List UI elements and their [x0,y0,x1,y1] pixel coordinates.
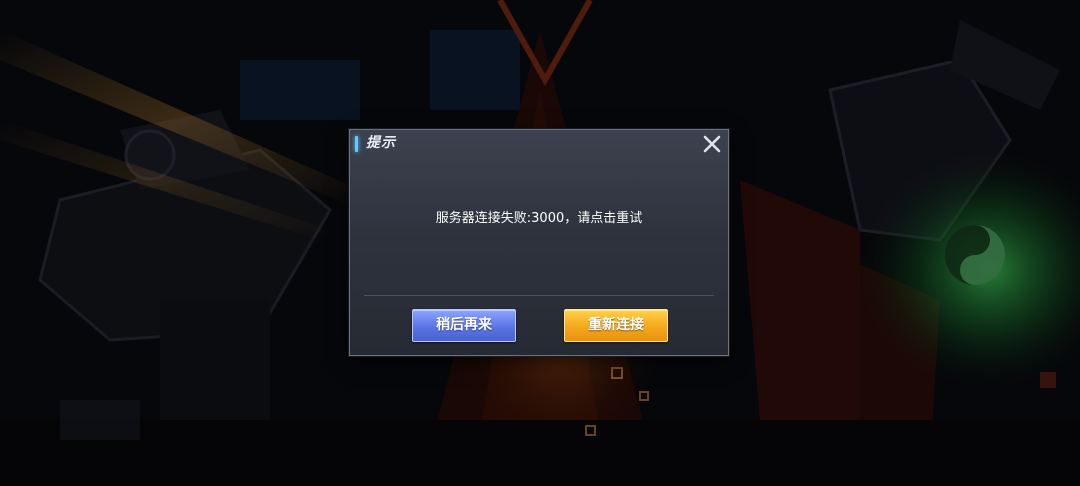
dialog-message: 服务器连接失败:3000，请点击重试 [435,211,643,226]
close-button[interactable] [702,134,722,154]
reconnect-button[interactable]: 重新连接 [564,309,668,342]
later-button[interactable]: 稍后再来 [412,309,516,342]
connection-error-dialog: 提示 服务器连接失败:3000，请点击重试 稍后再来 重新连接 [349,129,729,356]
close-icon [703,135,721,153]
title-accent-bar [355,136,358,152]
dialog-title: 提示 [366,135,396,151]
dialog-divider [364,295,714,296]
